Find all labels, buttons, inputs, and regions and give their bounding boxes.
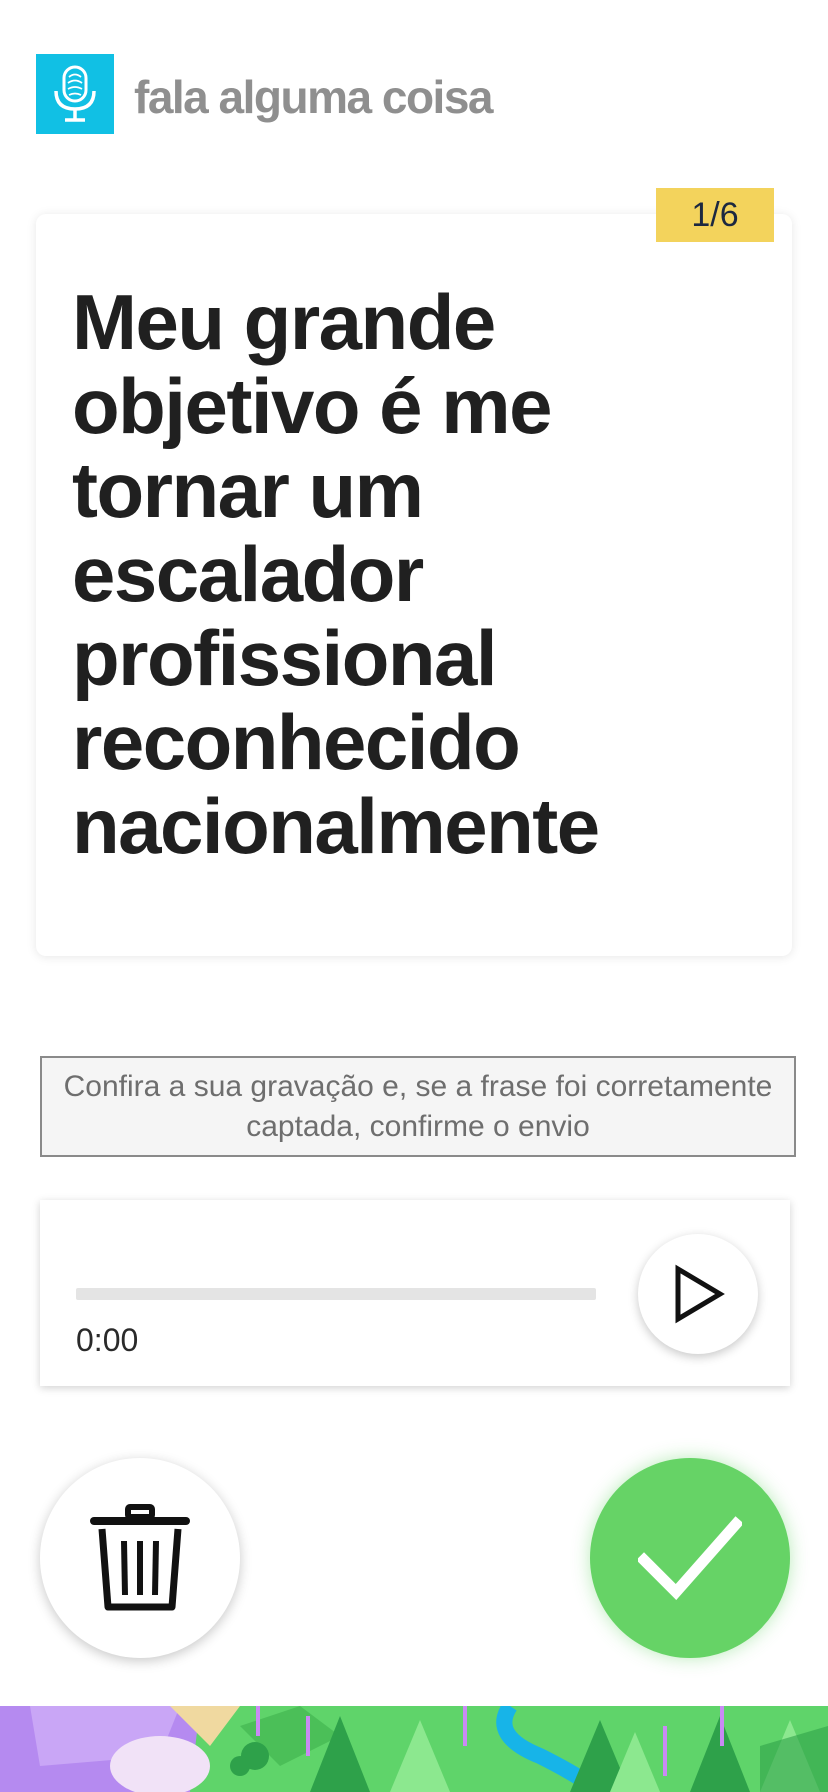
app-title: fala alguma coisa xyxy=(134,71,494,123)
trash-icon xyxy=(90,1504,190,1611)
audio-time: 0:00 xyxy=(76,1322,139,1358)
delete-recording-button[interactable] xyxy=(40,1458,240,1658)
confirm-send-button[interactable] xyxy=(590,1458,790,1658)
microphone-fingerprint-icon xyxy=(36,54,114,134)
sentence-text: Meu grande objetivo é me tornar um escal… xyxy=(72,278,600,870)
instruction-box: Confira a sua gravação e, se a frase foi… xyxy=(40,1056,796,1157)
decorative-landscape-illustration xyxy=(0,1706,828,1792)
instruction-text: Confira a sua gravação e, se a frase foi… xyxy=(63,1069,773,1143)
sentence-counter-badge: 1/6 xyxy=(656,188,774,242)
play-icon xyxy=(675,1264,725,1324)
checkmark-icon xyxy=(638,1516,742,1600)
audio-progress-bar[interactable] xyxy=(76,1288,596,1300)
recording-review-screen: fala alguma coisa 1/6 Meu grande objetiv… xyxy=(0,0,828,1792)
audio-player: 0:00 xyxy=(40,1200,790,1386)
play-button[interactable] xyxy=(638,1234,758,1354)
